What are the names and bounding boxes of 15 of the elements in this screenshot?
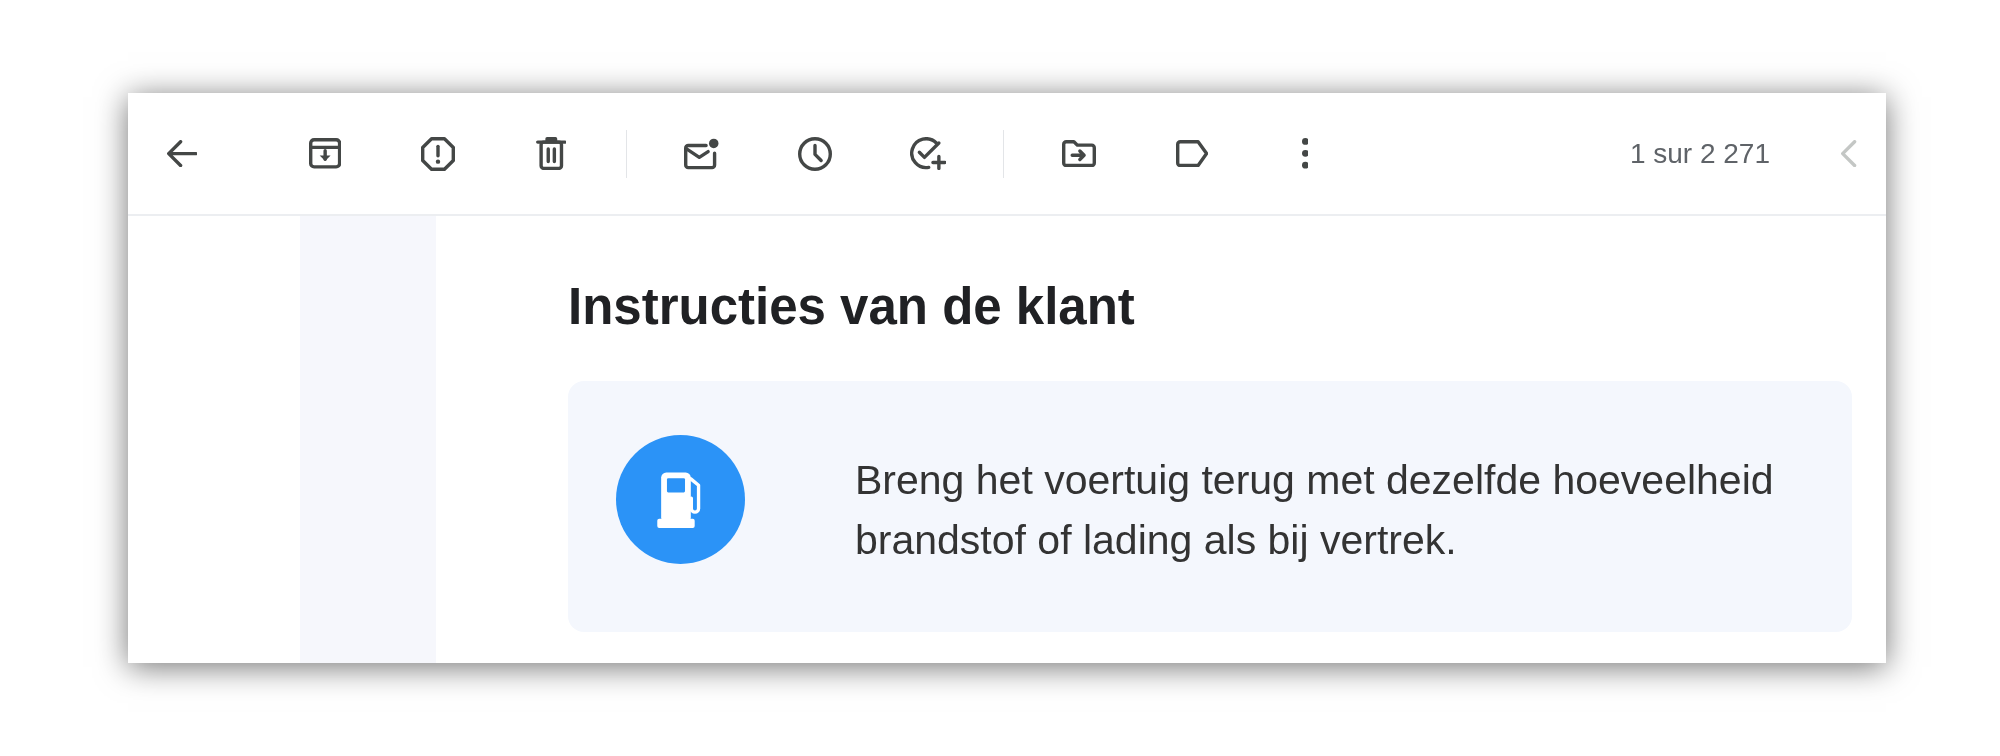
folder-arrow-icon: [1062, 139, 1096, 168]
envelope-icon: [684, 137, 720, 170]
section-heading: Instructies van de klant: [568, 277, 1136, 337]
check-plus-icon: [910, 136, 946, 171]
clock-icon: [798, 136, 832, 171]
trash-icon: [535, 136, 567, 171]
pagination-count: 1 sur 2 271: [1629, 136, 1770, 171]
alert-octagon-icon: [421, 136, 455, 171]
chevron-left-icon: [1840, 139, 1858, 168]
fuel-pump-icon: [616, 435, 745, 565]
instruction-text: Breng het voertuig terug met dezelfde hoeveelheid brandstof of lading als bij vertrek.: [855, 455, 1775, 565]
back-arrow-icon: [166, 139, 198, 168]
tag-icon: [1175, 139, 1209, 168]
more-vertical-icon: [1301, 138, 1309, 169]
archive-icon: [308, 138, 342, 169]
